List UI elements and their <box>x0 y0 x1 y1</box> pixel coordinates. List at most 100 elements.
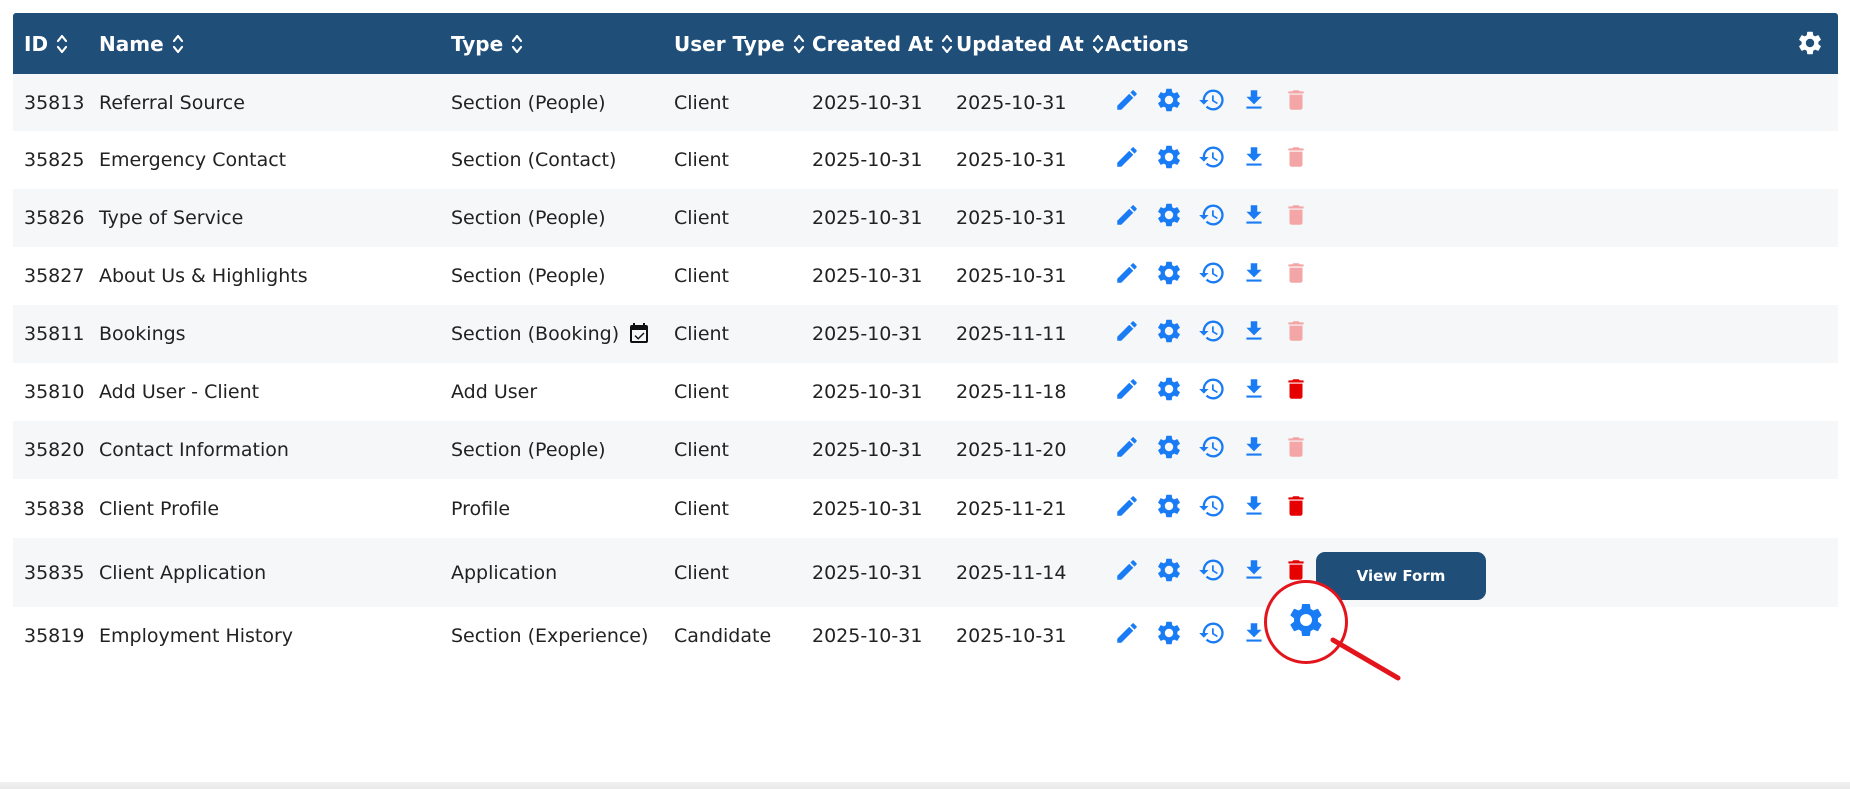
gear-icon[interactable] <box>1155 259 1183 287</box>
sort-arrows-icon[interactable] <box>1092 33 1104 55</box>
download-icon[interactable] <box>1240 556 1268 584</box>
trash-icon <box>1282 259 1310 287</box>
sort-arrows-icon[interactable] <box>511 33 523 55</box>
cell-updated-at: 2025-11-21 <box>956 479 1066 538</box>
cell-text: Add User - Client <box>99 381 260 403</box>
history-icon[interactable] <box>1198 375 1226 403</box>
gear-icon[interactable] <box>1796 29 1824 61</box>
cell-text: Application <box>451 561 558 584</box>
history-icon[interactable] <box>1198 201 1226 229</box>
download-icon[interactable] <box>1240 143 1268 171</box>
history-icon[interactable] <box>1198 86 1226 114</box>
pencil-icon[interactable] <box>1113 317 1141 345</box>
gear-icon[interactable] <box>1155 556 1183 584</box>
cell-text: 2025-10-31 <box>812 561 923 584</box>
sort-arrows-icon[interactable] <box>941 33 953 55</box>
cell-text: Add User <box>451 381 538 403</box>
history-icon[interactable] <box>1198 143 1226 171</box>
gear-icon[interactable] <box>1155 492 1183 520</box>
table-header: ID Name Type User Type Created At Updated At A… <box>13 13 1838 74</box>
cell-updated-at: 2025-10-31 <box>956 607 1066 665</box>
cell-text: 2025-10-31 <box>956 207 1067 229</box>
column-header-user-type[interactable]: User Type <box>674 13 805 74</box>
download-icon[interactable] <box>1240 375 1268 403</box>
trash-icon <box>1282 433 1310 461</box>
history-icon[interactable] <box>1198 619 1226 647</box>
cell-name: Employment History <box>99 607 293 665</box>
column-header-id[interactable]: ID <box>24 13 68 74</box>
column-header-name[interactable]: Name <box>99 13 184 74</box>
cell-text: 35810 <box>24 381 85 403</box>
cell-id: 35826 <box>24 189 84 247</box>
cell-text: Client <box>674 561 730 584</box>
column-header-actions: Actions <box>1105 13 1189 74</box>
calendar-check-icon <box>627 322 651 346</box>
cell-text: Candidate <box>674 625 772 647</box>
pencil-icon[interactable] <box>1113 86 1141 114</box>
pencil-icon[interactable] <box>1113 492 1141 520</box>
gear-icon[interactable] <box>1155 619 1183 647</box>
sort-arrows-icon[interactable] <box>56 33 68 55</box>
trash-icon[interactable] <box>1282 492 1310 520</box>
cell-type: Section (People) <box>451 421 606 479</box>
gear-icon[interactable] <box>1155 433 1183 461</box>
column-header-label: Created At <box>812 31 934 56</box>
gear-icon[interactable] <box>1155 201 1183 229</box>
sort-arrows-icon[interactable] <box>793 33 805 55</box>
cell-user-type: Client <box>674 305 729 363</box>
column-header-type[interactable]: Type <box>451 13 523 74</box>
cell-text: 2025-10-31 <box>812 149 923 171</box>
download-icon[interactable] <box>1240 317 1268 345</box>
gear-icon[interactable] <box>1155 375 1183 403</box>
gear-icon <box>1286 600 1326 644</box>
cell-text: Referral Source <box>99 91 245 114</box>
cell-text: 35820 <box>24 439 85 461</box>
cell-type: Section (People) <box>451 74 606 131</box>
cell-text: 2025-10-31 <box>956 625 1067 647</box>
cell-text: Employment History <box>99 625 294 647</box>
download-icon[interactable] <box>1240 259 1268 287</box>
column-header-created-at[interactable]: Created At <box>812 13 953 74</box>
cell-text: 2025-11-18 <box>956 381 1067 403</box>
cell-updated-at: 2025-11-18 <box>956 363 1066 421</box>
cell-text: 35819 <box>24 625 85 647</box>
download-icon[interactable] <box>1240 492 1268 520</box>
history-icon[interactable] <box>1198 492 1226 520</box>
trash-icon[interactable] <box>1282 375 1310 403</box>
cell-user-type: Client <box>674 189 729 247</box>
cell-text: Section (Contact) <box>451 149 617 171</box>
sort-arrows-icon[interactable] <box>172 33 184 55</box>
gear-icon[interactable] <box>1155 317 1183 345</box>
view-form-button[interactable]: View Form <box>1316 551 1486 600</box>
cell-name: Contact Information <box>99 421 289 479</box>
history-icon[interactable] <box>1198 433 1226 461</box>
download-icon[interactable] <box>1240 86 1268 114</box>
cell-name: Emergency Contact <box>99 131 286 189</box>
history-icon[interactable] <box>1198 556 1226 584</box>
cell-text: 2025-11-21 <box>956 497 1067 520</box>
gear-icon[interactable] <box>1155 86 1183 114</box>
cell-updated-at: 2025-10-31 <box>956 74 1066 131</box>
column-header-label: User Type <box>674 31 785 56</box>
cell-text: 2025-11-20 <box>956 439 1067 461</box>
pencil-icon[interactable] <box>1113 433 1141 461</box>
column-header-updated-at[interactable]: Updated At <box>956 13 1104 74</box>
pencil-icon[interactable] <box>1113 143 1141 171</box>
cell-type: Application <box>451 538 557 607</box>
pencil-icon[interactable] <box>1113 556 1141 584</box>
cell-type: Profile <box>451 479 510 538</box>
download-icon[interactable] <box>1240 201 1268 229</box>
cell-user-type: Client <box>674 479 729 538</box>
gear-icon[interactable] <box>1155 143 1183 171</box>
download-icon[interactable] <box>1240 433 1268 461</box>
cell-created-at: 2025-10-31 <box>812 607 922 665</box>
cell-updated-at: 2025-10-31 <box>956 131 1066 189</box>
pencil-icon[interactable] <box>1113 375 1141 403</box>
pencil-icon[interactable] <box>1113 259 1141 287</box>
history-icon[interactable] <box>1198 259 1226 287</box>
pencil-icon[interactable] <box>1113 201 1141 229</box>
cell-text: 2025-10-31 <box>812 439 923 461</box>
pencil-icon[interactable] <box>1113 619 1141 647</box>
trash-icon <box>1282 143 1310 171</box>
history-icon[interactable] <box>1198 317 1226 345</box>
